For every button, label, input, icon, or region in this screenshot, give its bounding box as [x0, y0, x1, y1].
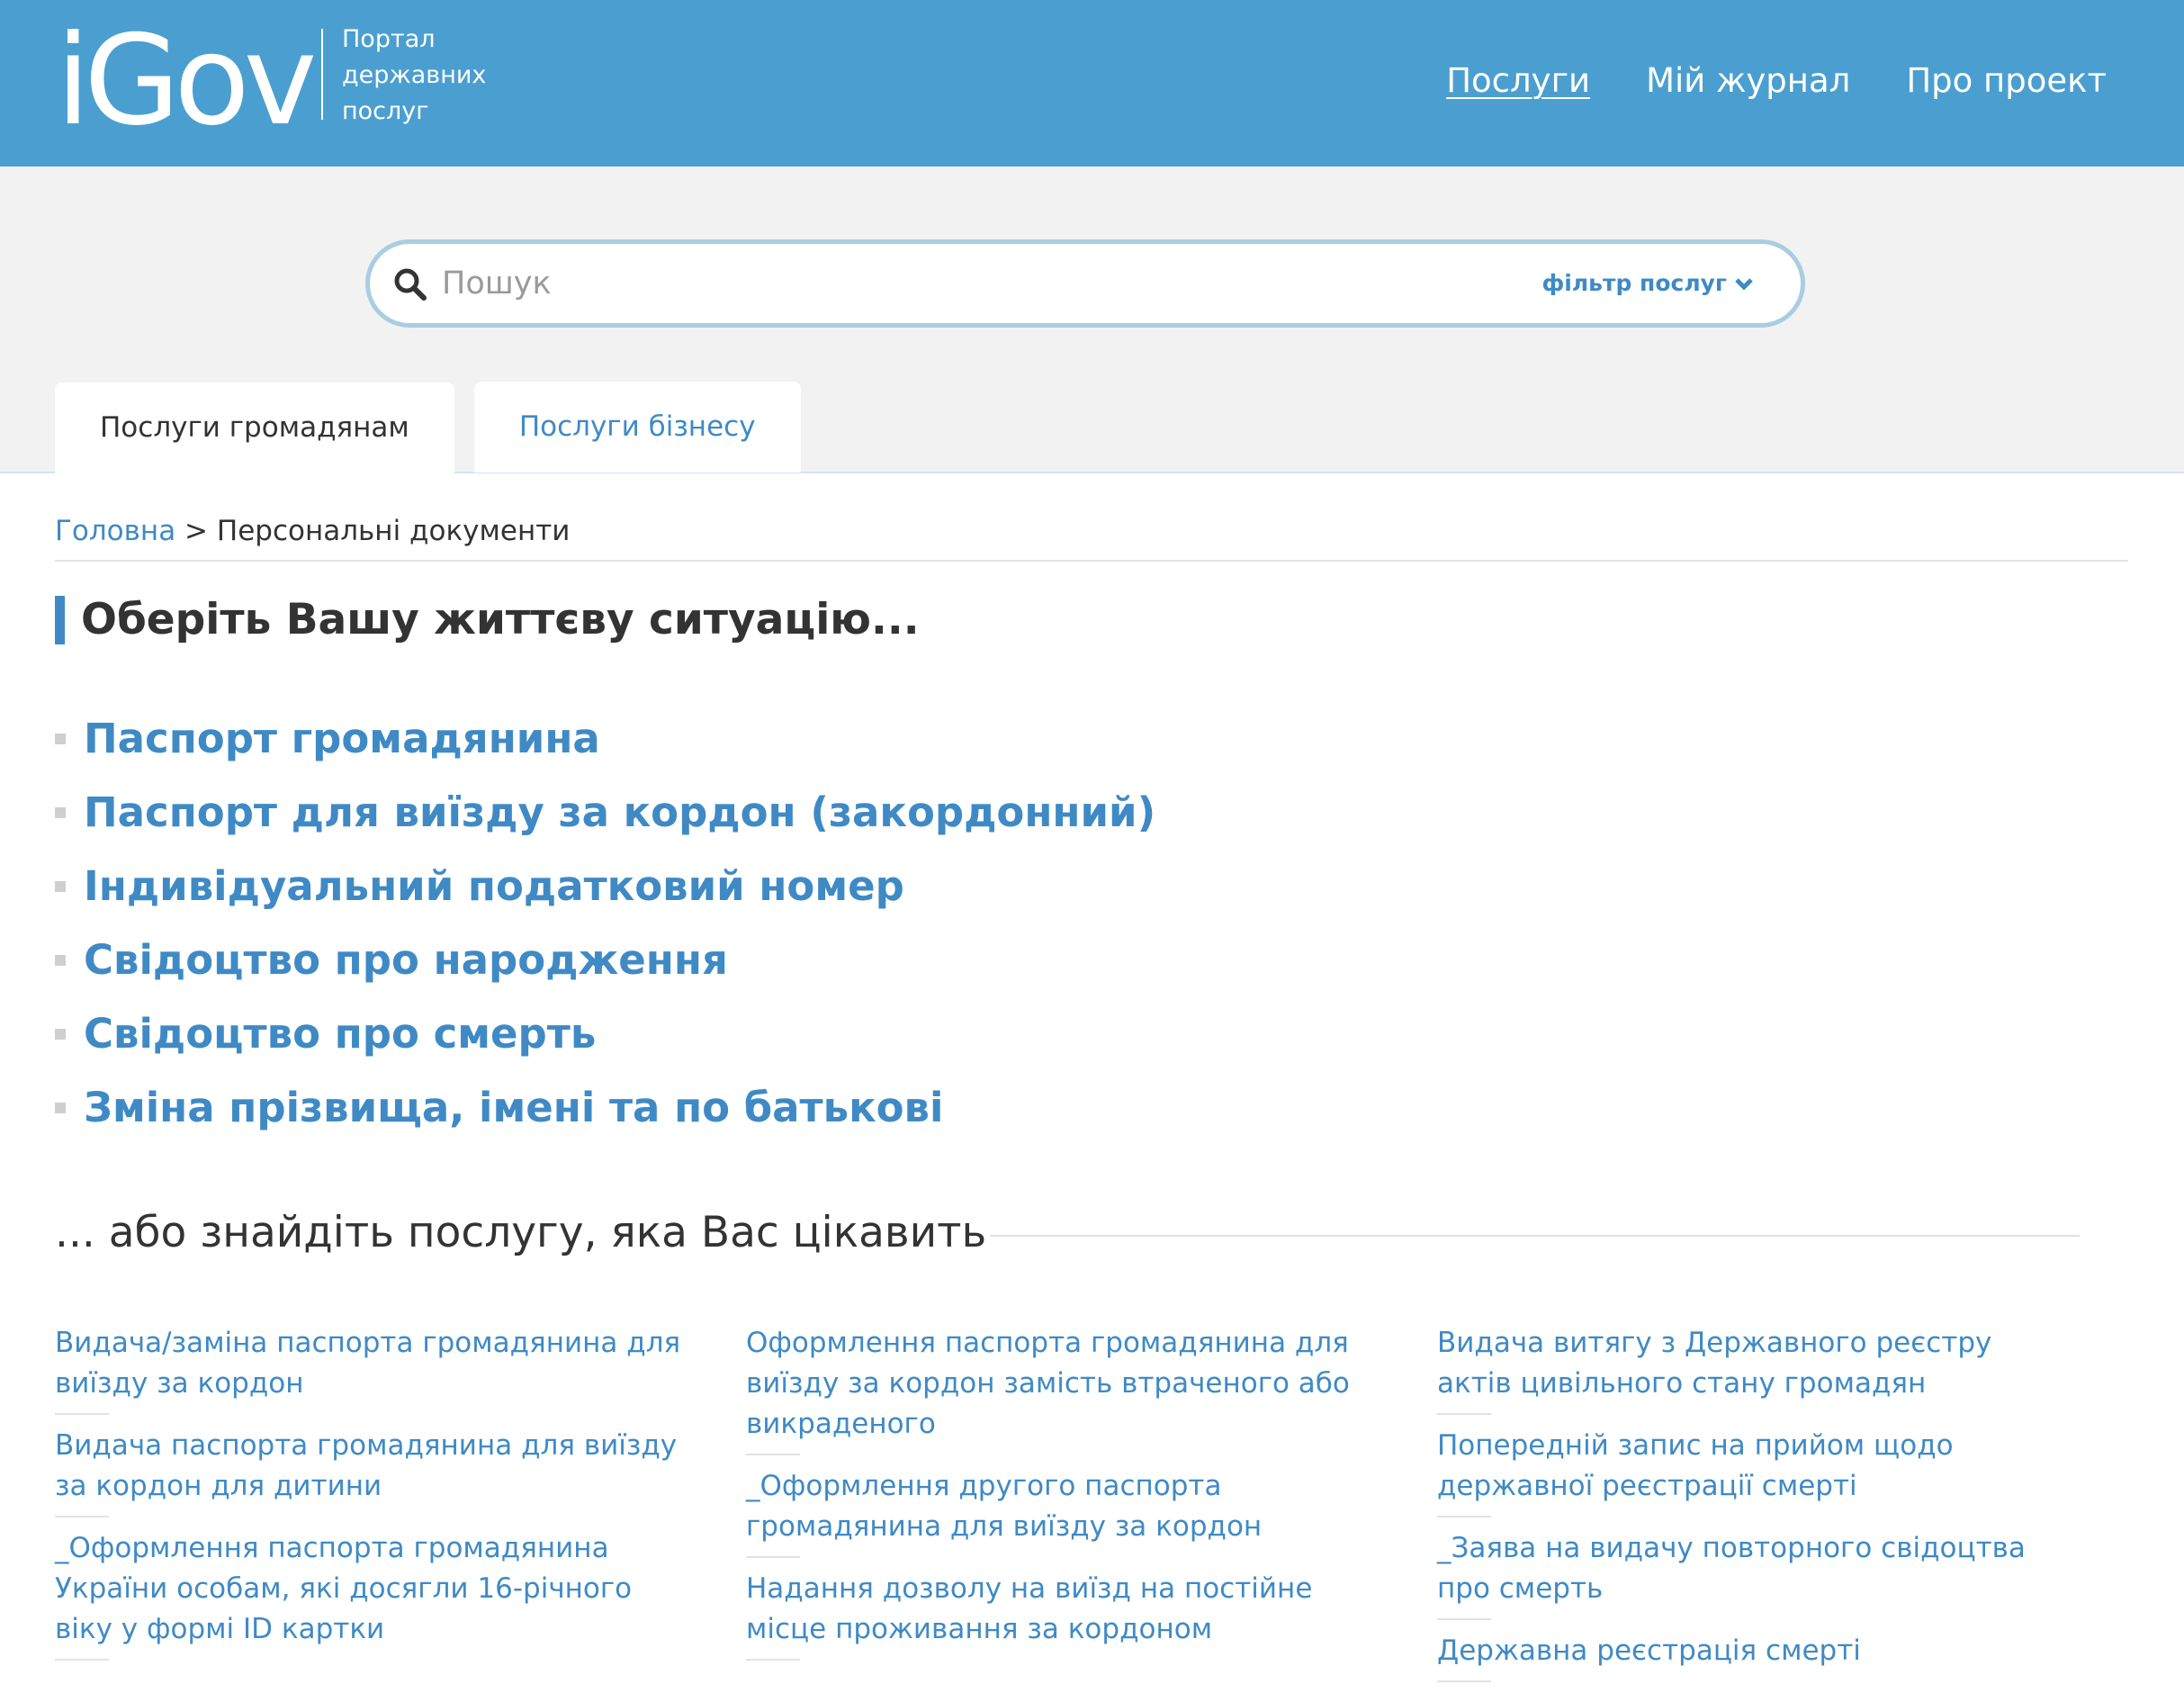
logo-subtitle: Портал державних послуг: [342, 22, 522, 130]
situation-link[interactable]: Зміна прізвища, імені та по батькові: [84, 1071, 943, 1145]
list-item: Індивідуальний податковий номер: [55, 850, 1155, 923]
list-item: Паспорт для виїзду за кордон (закордонни…: [55, 776, 1155, 850]
service-link[interactable]: _Оформлення паспорта громадянина України…: [55, 1528, 688, 1650]
logo-divider: [321, 29, 323, 120]
service-link[interactable]: Видача/заміна паспорта громадянина для в…: [55, 1323, 688, 1404]
bullet-icon: [55, 734, 66, 744]
find-service-title: ... або знайдіть послугу, яка Вас цікави…: [55, 1208, 987, 1257]
filter-label: фільтр послуг: [1541, 270, 1727, 296]
divider: [55, 560, 2128, 562]
logo[interactable]: iGov: [56, 18, 317, 144]
bullet-icon: [55, 881, 66, 892]
search-band: фільтр послуг Послуги громадянам Послуги…: [0, 167, 2184, 475]
list-item: Видача паспорта громадянина для виїзду з…: [55, 1426, 688, 1517]
list-item: Попередній запис на прийом щодо державно…: [1437, 1426, 2070, 1517]
search-input[interactable]: [442, 257, 1432, 311]
situation-list: Паспорт громадянина Паспорт для виїзду з…: [55, 702, 1155, 1145]
service-link[interactable]: Надання дозволу на виїзд на постійне міс…: [746, 1569, 1379, 1650]
list-item: _Оформлення другого паспорта громадянина…: [746, 1466, 1379, 1558]
logo-subtitle-line: державних: [342, 61, 487, 89]
services-grid: Видача/заміна паспорта громадянина для в…: [55, 1323, 2070, 1693]
nav-about[interactable]: Про проект: [1906, 56, 2107, 106]
situation-link[interactable]: Свідоцтво про смерть: [84, 997, 596, 1071]
page-title: Оберіть Вашу життєву ситуацію...: [55, 596, 920, 644]
list-item: Надання дозволу на виїзд на постійне міс…: [746, 1569, 1379, 1661]
service-link[interactable]: _Заява на видачу повторного свідоцтва пр…: [1437, 1528, 2070, 1609]
situation-link[interactable]: Індивідуальний податковий номер: [84, 850, 904, 923]
service-link[interactable]: Попередній запис на прийом щодо державно…: [1437, 1426, 2070, 1507]
list-item: Оформлення паспорта громадянина для виїз…: [746, 1323, 1379, 1455]
nav-my-journal[interactable]: Мій журнал: [1646, 56, 1850, 106]
list-item: Державна реєстрація смерті: [1437, 1631, 2070, 1682]
search-box: фільтр послуг: [365, 239, 1805, 328]
list-item: Свідоцтво про народження: [55, 923, 1155, 997]
breadcrumb-separator: >: [184, 515, 209, 547]
breadcrumb-current: Персональні документи: [216, 515, 571, 547]
list-item: _Заява на видачу повторного свідоцтва пр…: [1437, 1528, 2070, 1620]
list-item: Свідоцтво про смерть: [55, 997, 1155, 1071]
service-link[interactable]: Видача паспорта громадянина для виїзду з…: [55, 1426, 688, 1507]
list-item: Видача витягу з Державного реєстру актів…: [1437, 1323, 2070, 1415]
bullet-icon: [55, 1029, 66, 1040]
situation-link[interactable]: Паспорт для виїзду за кордон (закордонни…: [84, 776, 1155, 850]
find-service-heading: ... або знайдіть послугу, яка Вас цікави…: [55, 1204, 2080, 1262]
service-link[interactable]: Видача витягу з Державного реєстру актів…: [1437, 1323, 2070, 1404]
bullet-icon: [55, 955, 66, 966]
list-item: _Оформлення паспорта громадянина України…: [55, 1528, 688, 1661]
list-item: Видача/заміна паспорта громадянина для в…: [55, 1323, 688, 1415]
tab-business[interactable]: Послуги бізнесу: [473, 382, 801, 473]
nav-services[interactable]: Послуги: [1446, 56, 1590, 106]
service-link[interactable]: Державна реєстрація смерті: [1437, 1631, 2070, 1671]
services-column: Видача/заміна паспорта громадянина для в…: [55, 1323, 688, 1693]
bullet-icon: [55, 1103, 66, 1113]
list-item: Паспорт громадянина: [55, 702, 1155, 776]
service-link[interactable]: _Оформлення другого паспорта громадянина…: [746, 1466, 1379, 1547]
divider: [990, 1235, 2080, 1237]
chevron-down-icon: [1735, 278, 1753, 291]
breadcrumb-home[interactable]: Головна: [55, 515, 175, 547]
tab-citizens[interactable]: Послуги громадянам: [55, 383, 454, 475]
services-column: Оформлення паспорта громадянина для виїз…: [746, 1323, 1379, 1693]
breadcrumb: Головна > Персональні документи: [55, 510, 570, 552]
list-item: Зміна прізвища, імені та по батькові: [55, 1071, 1155, 1145]
situation-link[interactable]: Свідоцтво про народження: [84, 923, 728, 997]
service-tabs: Послуги громадянам Послуги бізнесу: [55, 382, 801, 475]
bullet-icon: [55, 807, 66, 818]
search-icon[interactable]: [393, 267, 427, 302]
logo-subtitle-line: Портал: [342, 25, 436, 53]
service-link[interactable]: Оформлення паспорта громадянина для виїз…: [746, 1323, 1379, 1445]
services-column: Видача витягу з Державного реєстру актів…: [1437, 1323, 2070, 1693]
logo-subtitle-line: послуг: [342, 97, 429, 125]
top-nav: Послуги Мій журнал Про проект: [1446, 56, 2107, 106]
filter-services-button[interactable]: фільтр послуг: [1541, 264, 1754, 303]
site-header: iGov Портал державних послуг Послуги Мій…: [0, 0, 2184, 167]
situation-link[interactable]: Паспорт громадянина: [84, 702, 600, 776]
